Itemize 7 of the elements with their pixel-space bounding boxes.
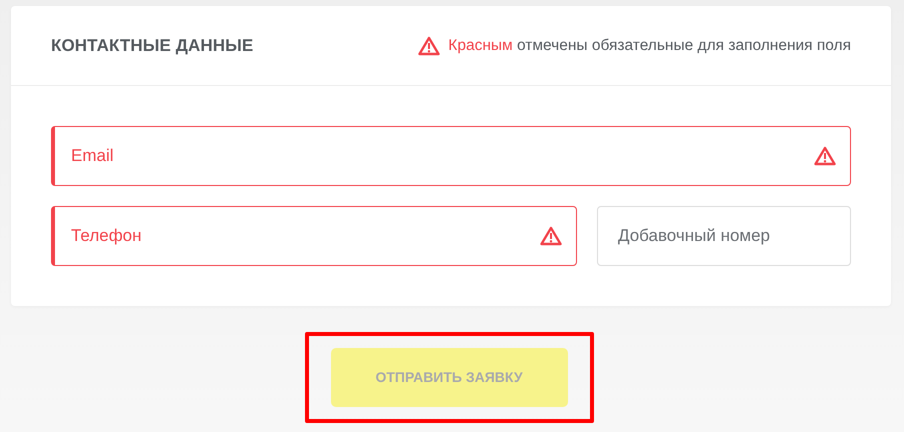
required-fields-notice: Красным отмечены обязательные для заполнения поля bbox=[448, 36, 851, 56]
input-field[interactable]: Email bbox=[51, 126, 851, 186]
input-field[interactable]: Телефон bbox=[51, 206, 577, 266]
warning-icon bbox=[814, 146, 836, 166]
warning-icon bbox=[540, 226, 562, 246]
section-title: КОНТАКТНЫЕ ДАННЫЕ bbox=[51, 34, 254, 57]
warning-icon bbox=[418, 36, 440, 56]
